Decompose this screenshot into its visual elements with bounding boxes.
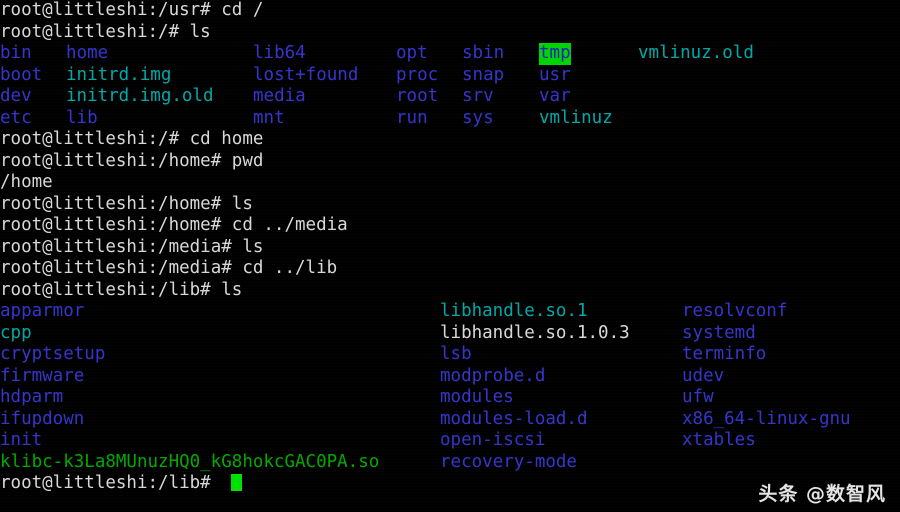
- ls-root-row-3-seg-2: media: [253, 86, 306, 107]
- terminal-screen[interactable]: root@littleshi:/usr# cd / root@littleshi:…: [0, 0, 900, 512]
- ls-lib-row-8-seg-1: recovery-mode: [440, 451, 577, 472]
- ls-lib-row-4-seg-2: udev: [682, 365, 725, 386]
- ls-lib-row-1-seg-2: resolvconf: [682, 301, 788, 322]
- ls-root-row-2: boot initrd.img lost+found proc snap usr: [0, 65, 900, 87]
- ls-root-row-4-seg-4: sys: [462, 107, 494, 128]
- ls-lib-row-1-seg-1: libhandle.so.1: [440, 301, 588, 322]
- prompt-ls-lib-seg-0: root@littleshi:/lib# ls: [0, 279, 243, 300]
- ls-lib-row-5: hdparm modules ufw: [0, 387, 900, 409]
- ls-root-row-2-seg-4: snap: [462, 64, 505, 85]
- ls-root-row-2-seg-5: usr: [539, 64, 571, 85]
- ls-lib-row-3-seg-1: lsb: [440, 344, 472, 365]
- ls-lib-row-2-seg-0: cpp: [0, 322, 32, 343]
- ls-lib-row-5-seg-1: modules: [440, 387, 514, 408]
- ls-lib-row-1: apparmor libhandle.so.1 resolvconf: [0, 301, 900, 323]
- terminal-cursor[interactable]: [231, 473, 242, 495]
- prompt-pwd: root@littleshi:/home# pwd: [0, 151, 900, 173]
- ls-root-row-2-seg-2: lost+found: [253, 64, 359, 85]
- ls-lib-row-2-seg-2: systemd: [682, 322, 756, 343]
- ls-root-row-4-seg-1: lib: [66, 107, 98, 128]
- pwd-output-seg-0: /home: [0, 172, 53, 193]
- ls-root-row-3-seg-4: srv: [462, 86, 494, 107]
- ls-root-row-2-seg-0: boot: [0, 64, 43, 85]
- ls-lib-row-4: firmware modprobe.d udev: [0, 366, 900, 388]
- ls-lib-row-5-seg-0: hdparm: [0, 387, 64, 408]
- prompt-cd-media: root@littleshi:/home# cd ../media: [0, 215, 900, 237]
- ls-lib-row-3-seg-2: terminfo: [682, 344, 767, 365]
- ls-root-row-1-seg-2: lib64: [253, 43, 306, 64]
- ls-lib-row-1-seg-0: apparmor: [0, 301, 85, 322]
- ls-root-row-3: dev initrd.img.old media root srv var: [0, 86, 900, 108]
- ls-root-row-3-seg-5: var: [539, 86, 571, 107]
- watermark-label: 头条 @数智风: [758, 483, 886, 505]
- pwd-output: /home: [0, 172, 900, 194]
- ls-lib-row-4-seg-0: firmware: [0, 365, 85, 386]
- prompt-cd-home-seg-0: root@littleshi:/# cd home: [0, 129, 264, 150]
- prompt-ls-root: root@littleshi:/# ls: [0, 22, 900, 44]
- terminal-window[interactable]: root@littleshi:/usr# cd / root@littleshi:…: [0, 0, 900, 512]
- ls-root-row-4-seg-3: run: [396, 107, 428, 128]
- ls-lib-row-8-seg-0: klibc-k3La8MUnuzHQ0_kG8hokcGAC0PA.so: [0, 451, 380, 472]
- ls-lib-row-7-seg-2: xtables: [682, 430, 756, 451]
- ls-root-row-2-seg-3: proc: [396, 64, 439, 85]
- ls-root-row-1-seg-5: tmp: [539, 43, 571, 65]
- ls-lib-row-5-seg-2: ufw: [682, 387, 714, 408]
- prompt-ls-media: root@littleshi:/media# ls: [0, 237, 900, 259]
- ls-lib-row-7: init open-iscsi xtables: [0, 430, 900, 452]
- prompt-cd-media-seg-0: root@littleshi:/home# cd ../media: [0, 215, 348, 236]
- ls-lib-row-7-seg-0: init: [0, 430, 43, 451]
- prompt-cd-root: root@littleshi:/usr# cd /: [0, 0, 900, 22]
- ls-lib-row-4-seg-1: modprobe.d: [440, 365, 546, 386]
- ls-lib-row-3: cryptsetup lsb terminfo: [0, 344, 900, 366]
- prompt-pwd-seg-0: root@littleshi:/home# pwd: [0, 150, 264, 171]
- ls-root-row-2-seg-1: initrd.img: [66, 64, 172, 85]
- prompt-ls-home: root@littleshi:/home# ls: [0, 194, 900, 216]
- prompt-ls-media-seg-0: root@littleshi:/media# ls: [0, 236, 264, 257]
- ls-root-row-4-seg-2: mnt: [253, 107, 285, 128]
- ls-lib-row-7-seg-1: open-iscsi: [440, 430, 546, 451]
- prompt-ls-root-seg-0: root@littleshi:/# ls: [0, 21, 211, 42]
- ls-lib-row-2: cpp libhandle.so.1.0.3 systemd: [0, 323, 900, 345]
- ls-root-row-3-seg-1: initrd.img.old: [66, 86, 214, 107]
- prompt-ls-home-seg-0: root@littleshi:/home# ls: [0, 193, 253, 214]
- ls-lib-row-2-seg-1: libhandle.so.1.0.3: [440, 322, 630, 343]
- prompt-ls-lib: root@littleshi:/lib# ls: [0, 280, 900, 302]
- ls-root-row-1-seg-4: sbin: [462, 43, 505, 64]
- ls-root-row-1: bin home lib64 opt sbin tmp vmlinuz.old: [0, 43, 900, 65]
- prompt-final-seg-0: root@littleshi:/lib#: [0, 473, 222, 494]
- ls-root-row-4-seg-5: vmlinuz: [539, 107, 613, 128]
- ls-lib-row-3-seg-0: cryptsetup: [0, 344, 106, 365]
- ls-lib-row-6-seg-1: modules-load.d: [440, 408, 588, 429]
- ls-root-row-1-seg-6: vmlinuz.old: [638, 43, 754, 64]
- ls-root-row-3-seg-3: root: [396, 86, 439, 107]
- prompt-cd-root-seg-0: root@littleshi:/usr# cd /: [0, 0, 264, 20]
- ls-lib-row-6-seg-0: ifupdown: [0, 408, 85, 429]
- ls-root-row-1-seg-3: opt: [396, 43, 428, 64]
- cursor-block: [231, 474, 242, 492]
- prompt-cd-lib-seg-0: root@littleshi:/media# cd ../lib: [0, 258, 338, 279]
- ls-lib-row-6: ifupdown modules-load.d x86_64-linux-gnu: [0, 409, 900, 431]
- ls-lib-row-8: klibc-k3La8MUnuzHQ0_kG8hokcGAC0PA.so reco…: [0, 452, 900, 474]
- ls-root-row-1-seg-1: home: [66, 43, 109, 64]
- ls-lib-row-6-seg-2: x86_64-linux-gnu: [682, 408, 851, 429]
- prompt-cd-lib: root@littleshi:/media# cd ../lib: [0, 258, 900, 280]
- ls-root-row-3-seg-0: dev: [0, 86, 32, 107]
- ls-root-row-4: etc lib mnt run sys vmlinuz: [0, 108, 900, 130]
- prompt-cd-home: root@littleshi:/# cd home: [0, 129, 900, 151]
- ls-root-row-1-seg-0: bin: [0, 43, 32, 64]
- ls-root-row-4-seg-0: etc: [0, 107, 32, 128]
